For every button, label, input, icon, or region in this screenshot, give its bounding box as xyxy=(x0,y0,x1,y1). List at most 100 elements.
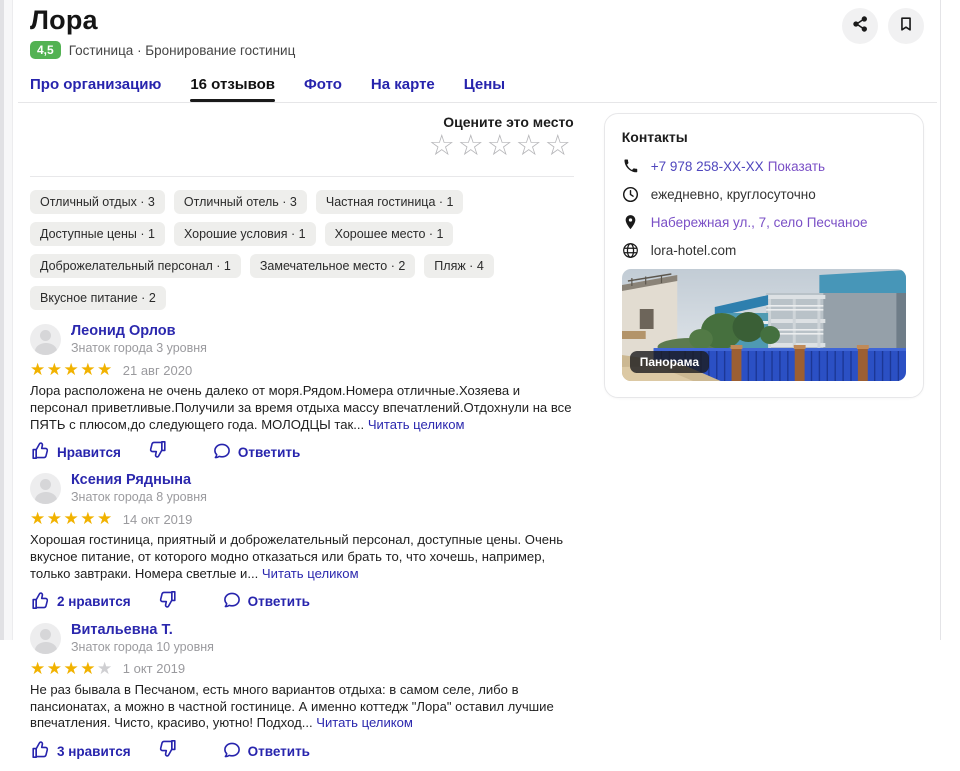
thumb-up-icon xyxy=(30,590,51,614)
review-text-body: Не раз бывала в Песчаном, есть много вар… xyxy=(30,681,554,731)
like-button[interactable]: 3 нравится xyxy=(30,739,131,763)
speech-bubble-icon xyxy=(222,590,242,613)
avatar[interactable] xyxy=(30,622,61,654)
review-author-level: Знаток города 8 уровня xyxy=(71,490,207,505)
tab-reviews[interactable]: 16 отзывов xyxy=(190,76,275,102)
review-author[interactable]: Ксения Ряднына xyxy=(71,472,207,489)
reviews-column: Оцените это место ☆☆☆☆☆ Отличный отдых ·… xyxy=(30,103,574,771)
read-more-link[interactable]: Читать целиком xyxy=(316,715,413,730)
opening-hours: ежедневно, круглосуточно xyxy=(650,186,816,202)
rating-badge: 4,5 xyxy=(30,41,61,59)
rate-stars[interactable]: ☆☆☆☆☆ xyxy=(30,131,574,161)
review-text: Хорошая гостиница, приятный и доброжелат… xyxy=(30,532,574,582)
panorama-badge[interactable]: Панорама xyxy=(629,351,710,373)
review-item: Леонид Орлов Знаток города 3 уровня ★★★★… xyxy=(30,323,574,463)
phone-show-link[interactable]: Показать xyxy=(768,159,825,174)
review-date: 21 авг 2020 xyxy=(122,362,193,378)
avatar[interactable] xyxy=(30,473,61,505)
read-more-link[interactable]: Читать целиком xyxy=(368,417,465,432)
thumb-up-icon xyxy=(30,739,51,763)
filter-chip[interactable]: Пляж · 4 xyxy=(424,254,494,278)
filter-chip[interactable]: Замечательное место · 2 xyxy=(249,254,416,278)
header-actions xyxy=(842,8,924,44)
like-button[interactable]: 2 нравится xyxy=(30,590,131,614)
scroll-track[interactable] xyxy=(940,0,941,640)
speech-bubble-icon xyxy=(212,441,232,464)
bookmark-icon xyxy=(897,15,915,38)
section-divider xyxy=(30,176,574,177)
rate-this-place: Оцените это место ☆☆☆☆☆ xyxy=(30,114,574,161)
filter-chip[interactable]: Отличный отдых · 3 xyxy=(30,190,165,214)
reply-button[interactable]: Ответить xyxy=(222,740,310,763)
tab-about[interactable]: Про организацию xyxy=(30,76,161,102)
filter-chip[interactable]: Хорошие условия · 1 xyxy=(173,222,316,246)
reply-button[interactable]: Ответить xyxy=(212,441,300,464)
clock-icon xyxy=(622,185,640,203)
globe-icon xyxy=(622,241,640,259)
phone-number[interactable]: +7 978 258-XX-XX xyxy=(651,159,764,174)
contacts-card: Контакты +7 978 258-XX-XX Показать ежедне… xyxy=(603,113,924,398)
review-item: Ксения Ряднына Знаток города 8 уровня ★★… xyxy=(30,472,574,612)
panorama-photo[interactable]: Панорама xyxy=(621,269,906,381)
contacts-column: Контакты +7 978 258-XX-XX Показать ежедне… xyxy=(603,103,924,771)
review-author[interactable]: Витальевна Т. xyxy=(71,622,214,639)
rating-meta: 4,5 Гостиница · Бронирование гостиниц xyxy=(30,41,924,59)
review-date: 14 окт 2019 xyxy=(122,511,193,527)
like-label: 3 нравится xyxy=(57,743,131,759)
review-item: Витальевна Т. Знаток города 10 уровня ★★… xyxy=(30,622,574,762)
read-more-link[interactable]: Читать целиком xyxy=(262,566,359,581)
reviews-list: Леонид Орлов Знаток города 3 уровня ★★★★… xyxy=(30,323,574,762)
dislike-button[interactable] xyxy=(147,439,168,465)
review-author-level: Знаток города 10 уровня xyxy=(71,639,214,654)
contact-hours-row: ежедневно, круглосуточно xyxy=(622,185,906,203)
review-filter-chips: Отличный отдых · 3 Отличный отель · 3 Част… xyxy=(30,190,574,310)
tab-prices[interactable]: Цены xyxy=(464,76,505,102)
speech-bubble-icon xyxy=(222,740,242,763)
reply-label: Ответить xyxy=(247,743,310,759)
filter-chip[interactable]: Отличный отель · 3 xyxy=(173,190,307,214)
header: Лора 4,5 Гостиница · Бронирование гостин… xyxy=(30,0,924,102)
filter-chip[interactable]: Доброжелательный персонал · 1 xyxy=(30,254,241,278)
filter-chip[interactable]: Вкусное питание · 2 xyxy=(30,286,166,310)
tab-photos[interactable]: Фото xyxy=(304,76,342,102)
bookmark-button[interactable] xyxy=(888,8,924,44)
page-title: Лора xyxy=(30,5,98,35)
review-text: Не раз бывала в Песчаном, есть много вар… xyxy=(30,682,574,732)
review-stars: ★★★★★ xyxy=(30,360,114,379)
filter-chip[interactable]: Частная гостиница · 1 xyxy=(315,190,464,214)
location-pin-icon xyxy=(622,213,640,231)
tab-map[interactable]: На карте xyxy=(371,76,435,102)
address-link[interactable]: Набережная ул., 7, село Песчаное xyxy=(651,215,868,230)
reply-label: Ответить xyxy=(237,444,301,460)
tab-bar: Про организацию 16 отзывов Фото На карте… xyxy=(30,76,924,102)
review-text: Лора расположена не очень далеко от моря… xyxy=(30,383,574,433)
review-text-body: Лора расположена не очень далеко от моря… xyxy=(30,383,572,432)
review-date: 1 окт 2019 xyxy=(122,661,186,677)
contacts-title: Контакты xyxy=(621,129,688,145)
thumb-up-icon xyxy=(30,440,51,464)
review-author[interactable]: Леонид Орлов xyxy=(71,323,207,340)
share-icon xyxy=(851,15,869,38)
review-stars: ★★★★★ xyxy=(30,658,114,678)
filter-chip[interactable]: Хорошее место · 1 xyxy=(324,222,454,246)
review-stars: ★★★★★ xyxy=(30,509,114,529)
filter-chip[interactable]: Доступные цены · 1 xyxy=(30,222,165,246)
category-label: Гостиница · Бронирование гостиниц xyxy=(68,42,296,58)
dislike-button[interactable] xyxy=(157,589,178,615)
reply-button[interactable]: Ответить xyxy=(222,590,310,613)
share-button[interactable] xyxy=(842,8,878,44)
reply-label: Ответить xyxy=(247,594,310,610)
thumb-down-icon xyxy=(157,738,178,764)
page-left-rail xyxy=(0,0,13,640)
review-author-level: Знаток города 3 уровня xyxy=(71,341,207,355)
thumb-down-icon xyxy=(157,589,178,615)
avatar[interactable] xyxy=(30,324,61,355)
like-label: Нравится xyxy=(57,444,121,460)
dislike-button[interactable] xyxy=(157,738,178,764)
website-link[interactable]: lora-hotel.com xyxy=(651,243,737,258)
contact-phone-row: +7 978 258-XX-XX Показать xyxy=(622,157,906,175)
rate-label: Оцените это место xyxy=(443,114,574,130)
like-button[interactable]: Нравится xyxy=(30,440,121,464)
contact-website-row: lora-hotel.com xyxy=(622,241,906,259)
business-card-page: Лора 4,5 Гостиница · Бронирование гостин… xyxy=(14,0,940,759)
